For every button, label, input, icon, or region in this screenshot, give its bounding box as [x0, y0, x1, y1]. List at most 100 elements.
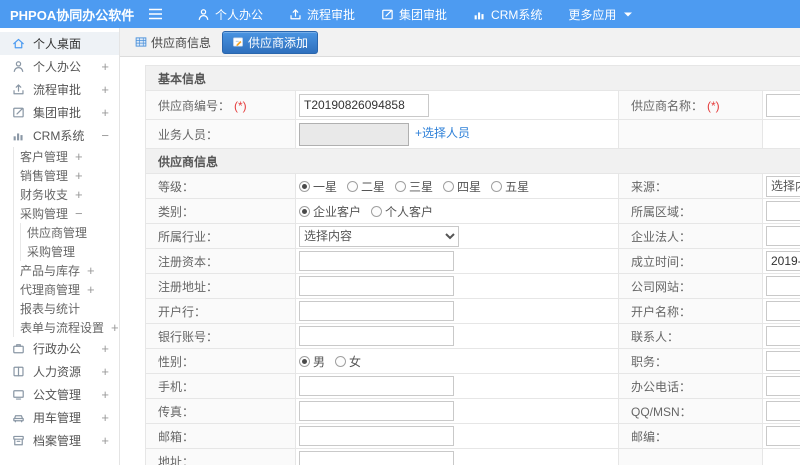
bank-account-input[interactable] — [299, 326, 454, 346]
bank-input[interactable] — [299, 301, 454, 321]
expander-icon[interactable]: + — [75, 149, 83, 164]
supplier-name-input[interactable] — [766, 93, 800, 117]
sidebar-item[interactable]: 流程审批 + — [0, 78, 119, 101]
level-radio-option[interactable]: 四星 — [443, 178, 481, 195]
expander-icon[interactable]: + — [101, 387, 109, 402]
expander-icon[interactable]: − — [75, 206, 83, 221]
book-icon — [12, 365, 26, 379]
supplier-code-input[interactable] — [299, 93, 429, 117]
radio-button[interactable] — [443, 180, 455, 192]
category-radio-option[interactable]: 个人客户 — [371, 203, 433, 220]
menu-toggle-icon[interactable] — [148, 8, 163, 20]
expander-icon[interactable]: + — [111, 320, 119, 335]
website-input[interactable] — [766, 276, 800, 296]
expander-icon[interactable]: + — [101, 410, 109, 425]
expander-icon[interactable]: − — [101, 128, 109, 143]
form-row: 性别：男女职务： — [145, 348, 800, 374]
level-radio-option[interactable]: 二星 — [347, 178, 385, 195]
expander-icon[interactable]: + — [101, 341, 109, 356]
registered-address-input[interactable] — [299, 276, 454, 296]
sidebar-item[interactable]: 产品与库存 + — [14, 261, 119, 280]
expander-icon[interactable]: + — [75, 168, 83, 183]
sidebar-item[interactable]: CRM系统 − — [0, 124, 119, 147]
field-value — [295, 448, 619, 465]
radio-button[interactable] — [299, 205, 310, 217]
sidebar-item[interactable]: 个人办公 + — [0, 55, 119, 78]
sidebar-item[interactable]: 个人桌面 — [0, 32, 119, 55]
account-name-input[interactable] — [766, 301, 800, 321]
radio-button[interactable] — [347, 180, 359, 192]
email-input[interactable] — [299, 426, 454, 446]
radio-button[interactable] — [299, 355, 310, 367]
region-input[interactable] — [766, 201, 800, 221]
choose-person-link[interactable]: +选择人员 — [415, 126, 470, 140]
sidebar-item[interactable]: 集团审批 + — [0, 101, 119, 124]
expander-icon[interactable]: + — [101, 105, 109, 120]
field-label: 等级： — [145, 173, 296, 199]
office-phone-input[interactable] — [766, 376, 800, 396]
field-value — [295, 90, 619, 120]
sidebar-item[interactable]: 公文管理 + — [0, 383, 119, 406]
sidebar-item[interactable]: 财务收支 + — [14, 185, 119, 204]
legal-person-input[interactable] — [766, 226, 800, 246]
gender-radio-option[interactable]: 男 — [299, 353, 325, 370]
sidebar-item[interactable]: 客户管理 + — [14, 147, 119, 166]
expander-icon[interactable]: + — [101, 59, 109, 74]
contact-input[interactable] — [766, 326, 800, 346]
radio-button[interactable] — [299, 180, 310, 192]
top-nav: 个人办公 流程审批 集团审批 CRM系统 更多应用 — [197, 6, 633, 23]
topnav-item[interactable]: 流程审批 — [289, 6, 355, 23]
form-row: 开户行： 开户名称： — [145, 298, 800, 324]
sidebar-item-label: 集团审批 — [33, 106, 82, 120]
business-person-input[interactable] — [299, 122, 409, 146]
gender-radio-option[interactable]: 女 — [335, 353, 361, 370]
topnav-item[interactable]: CRM系统 — [473, 6, 542, 23]
level-radio-option[interactable]: 一星 — [299, 178, 337, 195]
level-radio-option[interactable]: 三星 — [395, 178, 433, 195]
sidebar-item[interactable]: 用车管理 + — [0, 406, 119, 429]
expander-icon[interactable]: + — [87, 282, 95, 297]
sidebar-item[interactable]: 销售管理 + — [14, 166, 119, 185]
radio-button[interactable] — [371, 205, 383, 217]
mobile-input[interactable] — [299, 376, 454, 396]
sidebar-item[interactable]: 报表与统计 — [14, 299, 119, 318]
field-value — [295, 323, 619, 349]
category-radio-option[interactable]: 企业客户 — [299, 203, 361, 220]
sidebar-item[interactable]: 采购管理 — [21, 242, 119, 261]
position-input[interactable] — [766, 351, 800, 371]
level-radio-option[interactable]: 五星 — [491, 178, 529, 195]
topnav-item[interactable]: 更多应用 — [568, 6, 633, 23]
sidebar-item[interactable]: 代理商管理 + — [14, 280, 119, 299]
sidebar-item[interactable]: 表单与流程设置 + — [14, 318, 119, 337]
qq-msn-input[interactable] — [766, 401, 800, 421]
address-input[interactable] — [299, 451, 454, 465]
tab-item[interactable]: 供应商信息 — [133, 31, 213, 54]
sidebar-item[interactable]: 供应商管理 — [21, 223, 119, 242]
registered-capital-input[interactable] — [299, 251, 454, 271]
radio-button[interactable] — [335, 355, 347, 367]
expander-icon[interactable]: + — [75, 187, 83, 202]
sidebar-item[interactable]: 行政办公 + — [0, 337, 119, 360]
radio-button[interactable] — [395, 180, 407, 192]
field-value — [761, 223, 800, 249]
field-label-text: 公司网站： — [631, 279, 692, 294]
sidebar-item[interactable]: 人力资源 + — [0, 360, 119, 383]
form-row: 邮箱： 邮编： — [145, 423, 800, 449]
industry-select[interactable]: 选择内容 — [299, 225, 459, 247]
source-select[interactable]: 选择内容 — [766, 175, 800, 197]
topnav-item[interactable]: 个人办公 — [197, 6, 263, 23]
fax-input[interactable] — [299, 401, 454, 421]
field-value: 男女 — [295, 348, 619, 374]
expander-icon[interactable]: + — [101, 364, 109, 379]
radio-button[interactable] — [491, 180, 503, 192]
topnav-item[interactable]: 集团审批 — [381, 6, 447, 23]
founded-date-input[interactable] — [766, 251, 800, 271]
field-label-text: 供应商名称： — [631, 98, 704, 113]
expander-icon[interactable]: + — [87, 263, 95, 278]
tab-active[interactable]: 供应商添加 — [222, 30, 319, 54]
zip-input[interactable] — [766, 426, 800, 446]
sidebar-item[interactable]: 档案管理 + — [0, 429, 119, 452]
expander-icon[interactable]: + — [101, 82, 109, 97]
sidebar-item[interactable]: 采购管理 − — [14, 204, 119, 223]
expander-icon[interactable]: + — [101, 433, 109, 448]
